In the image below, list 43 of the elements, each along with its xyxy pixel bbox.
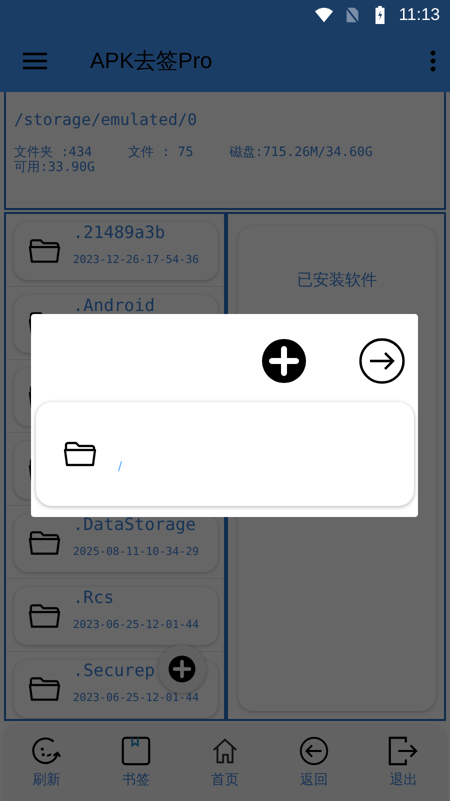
file-date: 2023-06-25-12-01-44: [73, 618, 199, 631]
file-item[interactable]: .Rcs 2023-06-25-12-01-44: [14, 587, 218, 645]
storage-stat: 可用:33.90G: [14, 160, 95, 175]
current-path: /storage/emulated/0: [14, 110, 198, 129]
back-icon: [298, 735, 330, 767]
storage-stat: 文件夹 :434: [14, 145, 92, 160]
exit-icon: [387, 735, 420, 767]
folder-entry[interactable]: /: [36, 402, 414, 506]
more-options-icon[interactable]: [430, 50, 436, 72]
status-time: 11:13: [398, 5, 440, 25]
nav-button[interactable]: 书签: [120, 735, 152, 789]
file-name: .Android: [73, 296, 155, 316]
go-button[interactable]: [359, 338, 405, 384]
file-name: .21489a3b: [73, 223, 166, 243]
plus-icon: [261, 338, 307, 384]
file-name: .Rcs: [73, 588, 114, 608]
bookmark-icon: [120, 735, 152, 767]
panel-title: 已安装软件: [297, 270, 377, 291]
nav-button[interactable]: 首页: [208, 735, 241, 789]
storage-stat: 磁盘:715.26M/34.60G: [229, 145, 373, 160]
nav-button[interactable]: 刷新: [30, 735, 63, 789]
file-item[interactable]: .21489a3b 2023-12-26-17-54-36: [14, 222, 218, 280]
refresh-icon: [30, 735, 63, 767]
folder-icon: [28, 530, 61, 556]
file-item[interactable]: .DataStorage 2025-08-11-10-34-29: [14, 514, 218, 572]
folder-icon: [28, 603, 61, 629]
folder-icon: [28, 676, 61, 702]
storage-stat: 文件 : 75: [128, 145, 194, 160]
file-date: 2023-12-26-17-54-36: [73, 253, 199, 266]
file-date: 2025-08-11-10-34-29: [73, 545, 199, 558]
entry-path: /: [118, 459, 122, 473]
app-title: APK去签Pro: [90, 47, 214, 75]
folder-icon: [28, 238, 61, 264]
nav-button[interactable]: 退出: [387, 735, 420, 789]
file-date: 2023-06-25-12-01-44: [73, 691, 199, 704]
file-name: .DataStorage: [73, 515, 196, 535]
wifi-icon: [314, 6, 333, 24]
file-name: .Securep: [73, 661, 155, 681]
add-button[interactable]: [261, 338, 307, 384]
nav-button[interactable]: 返回: [298, 735, 330, 789]
plus-icon: [168, 655, 196, 683]
arrow-right-icon: [359, 338, 405, 384]
menu-icon[interactable]: [22, 51, 48, 71]
